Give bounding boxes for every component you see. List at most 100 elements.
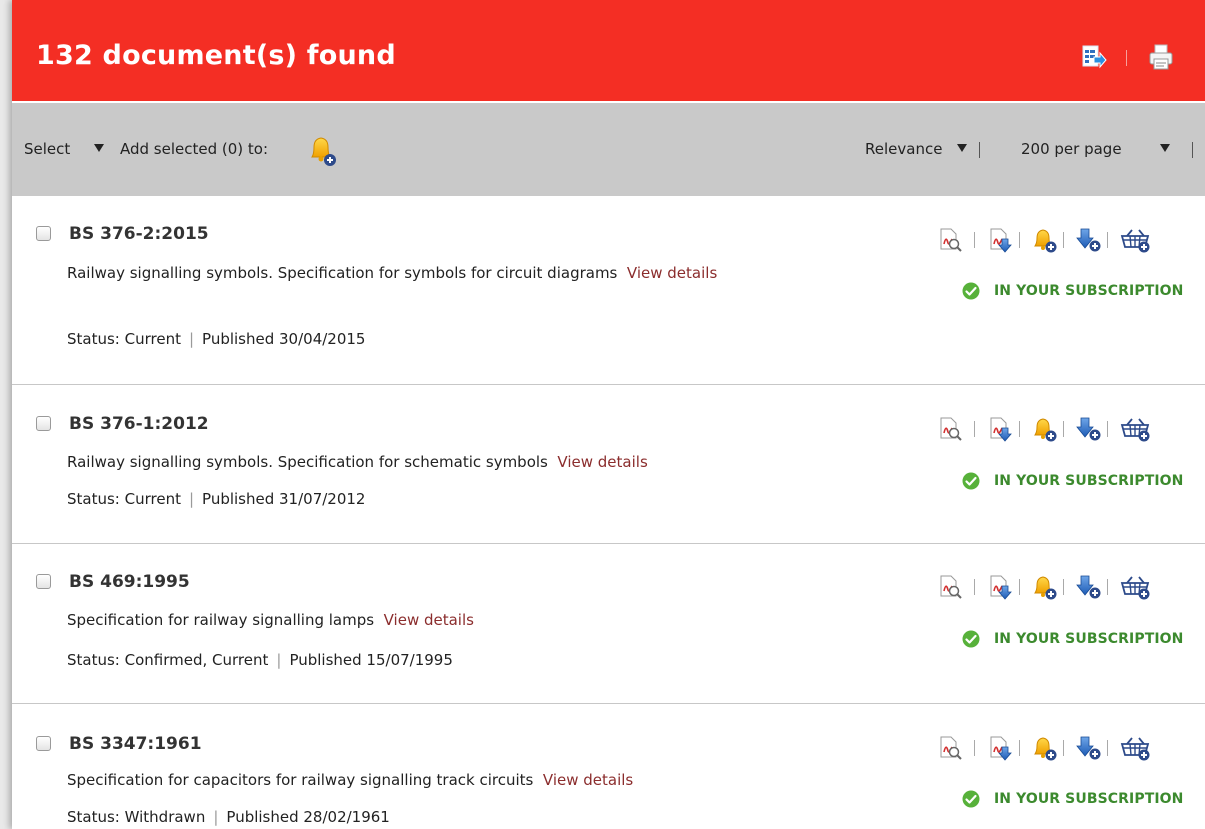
select-dropdown-label[interactable]: Select bbox=[24, 139, 70, 159]
document-code[interactable]: BS 376-1:2012 bbox=[69, 413, 209, 435]
per-page-dropdown-label[interactable]: 200 per page bbox=[1021, 139, 1122, 159]
document-status-line: Status: Current | Published 30/04/2015 bbox=[67, 330, 366, 348]
action-separator bbox=[1019, 232, 1020, 248]
bell-add-icon[interactable] bbox=[1031, 227, 1057, 253]
pdf-download-icon[interactable] bbox=[987, 574, 1013, 600]
document-status: Status: Current bbox=[67, 330, 181, 348]
pdf-preview-icon[interactable] bbox=[937, 735, 963, 761]
document-title-text: Railway signalling symbols. Specificatio… bbox=[67, 453, 548, 471]
result-row: BS 376-2:2015 Railway signalling symbols… bbox=[12, 196, 1205, 385]
basket-add-icon[interactable] bbox=[1120, 735, 1150, 761]
document-title-text: Specification for capacitors for railway… bbox=[67, 771, 534, 789]
result-row: BS 469:1995 Specification for railway si… bbox=[12, 544, 1205, 704]
view-details-link[interactable]: View details bbox=[557, 453, 647, 471]
document-status-line: Status: Current | Published 31/07/2012 bbox=[67, 490, 366, 508]
action-separator bbox=[1107, 421, 1108, 437]
print-icon[interactable] bbox=[1147, 43, 1173, 71]
basket-add-icon[interactable] bbox=[1120, 574, 1150, 600]
result-checkbox[interactable] bbox=[36, 574, 51, 589]
document-title: Railway signalling symbols. Specificatio… bbox=[67, 447, 807, 477]
download-add-icon[interactable] bbox=[1075, 735, 1101, 761]
results-header: 132 document(s) found bbox=[12, 0, 1205, 101]
document-title: Specification for railway signalling lam… bbox=[67, 605, 807, 635]
toolbar-separator bbox=[1192, 142, 1193, 158]
action-separator bbox=[974, 421, 975, 437]
header-separator bbox=[1126, 50, 1127, 66]
result-checkbox[interactable] bbox=[36, 226, 51, 241]
view-details-link[interactable]: View details bbox=[627, 264, 717, 282]
result-checkbox[interactable] bbox=[36, 736, 51, 751]
subscription-label: IN YOUR SUBSCRIPTION bbox=[994, 283, 1184, 299]
action-separator bbox=[1063, 232, 1064, 248]
export-icon[interactable] bbox=[1081, 43, 1107, 71]
document-status: Status: Current bbox=[67, 490, 181, 508]
result-checkbox[interactable] bbox=[36, 416, 51, 431]
check-circle-icon bbox=[962, 630, 980, 648]
action-separator bbox=[1019, 740, 1020, 756]
action-separator bbox=[1063, 740, 1064, 756]
document-title-text: Specification for railway signalling lam… bbox=[67, 611, 375, 629]
download-add-icon[interactable] bbox=[1075, 574, 1101, 600]
subscription-label: IN YOUR SUBSCRIPTION bbox=[994, 791, 1184, 807]
action-separator bbox=[1019, 421, 1020, 437]
pdf-preview-icon[interactable] bbox=[937, 227, 963, 253]
document-published-date: Published 28/02/1961 bbox=[226, 808, 390, 826]
document-code[interactable]: BS 3347:1961 bbox=[69, 733, 202, 755]
document-status: Status: Confirmed, Current bbox=[67, 651, 269, 669]
sort-chevron-down-icon[interactable] bbox=[957, 144, 967, 152]
row-actions bbox=[937, 227, 1197, 253]
bell-add-icon[interactable] bbox=[1031, 416, 1057, 442]
download-add-icon[interactable] bbox=[1075, 416, 1101, 442]
results-count-title: 132 document(s) found bbox=[36, 40, 396, 71]
pdf-preview-icon[interactable] bbox=[937, 574, 963, 600]
action-separator bbox=[1063, 421, 1064, 437]
per-page-chevron-down-icon[interactable] bbox=[1160, 144, 1170, 152]
action-separator bbox=[974, 740, 975, 756]
bell-add-icon[interactable] bbox=[1031, 574, 1057, 600]
document-title-text: Railway signalling symbols. Specificatio… bbox=[67, 264, 618, 282]
action-separator bbox=[1107, 232, 1108, 248]
add-selected-label: Add selected (0) to: bbox=[120, 140, 269, 158]
row-actions bbox=[937, 735, 1197, 761]
document-code[interactable]: BS 469:1995 bbox=[69, 571, 190, 593]
row-actions bbox=[937, 416, 1197, 442]
download-add-icon[interactable] bbox=[1075, 227, 1101, 253]
document-title: Specification for capacitors for railway… bbox=[67, 765, 807, 795]
pdf-download-icon[interactable] bbox=[987, 416, 1013, 442]
bell-add-icon[interactable] bbox=[1031, 735, 1057, 761]
document-title: Railway signalling symbols. Specificatio… bbox=[67, 258, 807, 288]
result-row: BS 3347:1961 Specification for capacitor… bbox=[12, 704, 1205, 829]
check-circle-icon bbox=[962, 282, 980, 300]
document-code[interactable]: BS 376-2:2015 bbox=[69, 223, 209, 245]
action-separator bbox=[1063, 579, 1064, 595]
pdf-download-icon[interactable] bbox=[987, 735, 1013, 761]
basket-add-icon[interactable] bbox=[1120, 416, 1150, 442]
result-row: BS 376-1:2012 Railway signalling symbols… bbox=[12, 385, 1205, 544]
check-circle-icon bbox=[962, 472, 980, 490]
document-published-date: Published 30/04/2015 bbox=[202, 330, 366, 348]
document-status-line: Status: Confirmed, Current | Published 15/… bbox=[67, 651, 453, 669]
action-separator bbox=[1107, 740, 1108, 756]
view-details-link[interactable]: View details bbox=[384, 611, 474, 629]
basket-add-icon[interactable] bbox=[1120, 227, 1150, 253]
action-separator bbox=[974, 579, 975, 595]
pdf-download-icon[interactable] bbox=[987, 227, 1013, 253]
document-status: Status: Withdrawn bbox=[67, 808, 206, 826]
subscription-label: IN YOUR SUBSCRIPTION bbox=[994, 631, 1184, 647]
row-actions bbox=[937, 574, 1197, 600]
search-results-panel: 132 document(s) found Select Add selecte… bbox=[12, 0, 1205, 829]
view-details-link[interactable]: View details bbox=[543, 771, 633, 789]
pdf-preview-icon[interactable] bbox=[937, 416, 963, 442]
toolbar-separator bbox=[979, 142, 980, 158]
document-status-line: Status: Withdrawn | Published 28/02/1961 bbox=[67, 808, 390, 826]
document-published-date: Published 31/07/2012 bbox=[202, 490, 366, 508]
bell-add-icon[interactable] bbox=[304, 133, 338, 167]
action-separator bbox=[1107, 579, 1108, 595]
results-toolbar: Select Add selected (0) to: Relevance 20… bbox=[12, 103, 1205, 196]
sort-dropdown-label[interactable]: Relevance bbox=[865, 139, 942, 159]
action-separator bbox=[1019, 579, 1020, 595]
action-separator bbox=[974, 232, 975, 248]
select-chevron-down-icon[interactable] bbox=[94, 144, 104, 152]
check-circle-icon bbox=[962, 790, 980, 808]
subscription-label: IN YOUR SUBSCRIPTION bbox=[994, 473, 1184, 489]
